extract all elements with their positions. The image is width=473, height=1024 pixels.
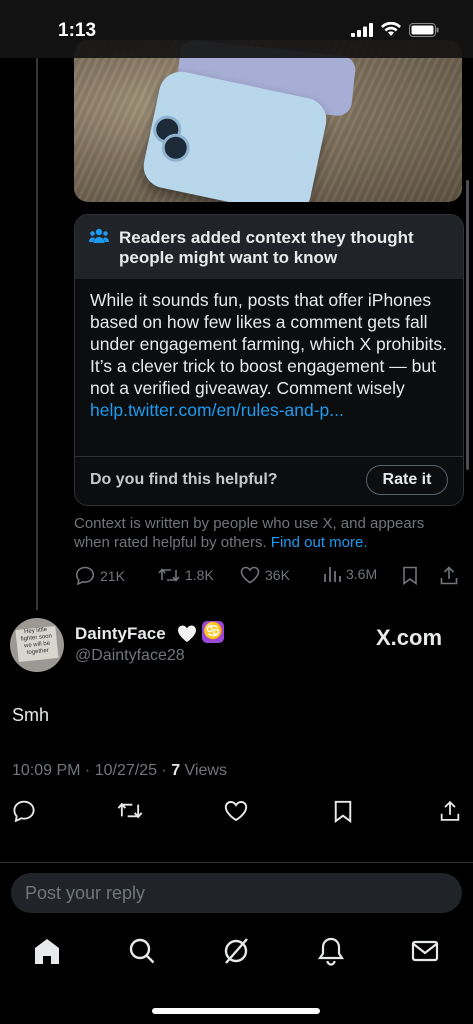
display-name[interactable]: DaintyFace [75,624,166,644]
people-icon [89,228,109,243]
rate-it-button[interactable]: Rate it [366,465,448,495]
note-link[interactable]: help.twitter.com/en/rules-and-p... [90,399,452,421]
notifications-icon[interactable] [317,936,345,966]
view-count: 7 [171,762,181,779]
repost-icon[interactable] [117,800,143,821]
white-heart-icon [178,625,196,642]
find-out-more-link[interactable]: Find out more. [271,534,368,551]
note-text: While it sounds fun, posts that offer iP… [90,290,448,398]
status-icons [351,22,439,37]
battery-icon [409,22,439,37]
repost-action[interactable]: 1.8K [158,566,214,584]
home-icon[interactable] [33,936,61,966]
reply-action[interactable]: 21K [75,566,125,585]
home-indicator[interactable] [152,1008,320,1014]
share-icon[interactable] [440,800,460,822]
views-count: 3.6M [346,566,378,582]
scrollbar[interactable] [466,180,469,470]
status-time: 1:13 [58,20,97,41]
share-action[interactable] [440,566,458,585]
note-body: While it sounds fun, posts that offer iP… [90,289,452,421]
repost-count: 1.8K [185,567,214,583]
like-count: 36K [265,567,290,583]
community-note: Readers added context they thought peopl… [74,214,464,506]
heart-icon [240,566,260,584]
reply-icon [75,566,95,585]
signal-icon [351,22,373,37]
heart-icon[interactable] [224,800,248,822]
reply-count: 21K [100,567,125,584]
bookmark-action[interactable] [402,566,418,585]
views-label: Views [180,762,227,779]
post-text: Smh [12,705,50,725]
divider [75,456,463,457]
helpful-question: Do you find this helpful? [90,471,278,488]
views-action[interactable]: 3.6M [323,566,377,582]
post-meta: 10:09 PM · 10/27/25 · 7 Views [12,762,227,780]
zodiac-emoji: ♋ [202,621,224,643]
share-icon [440,566,458,585]
context-footer-text: Context is written by people who use X, … [74,515,425,551]
search-icon[interactable] [128,936,156,966]
grok-icon[interactable] [222,936,250,966]
avatar[interactable]: Hey little fighter soon we will be toget… [10,618,64,672]
avatar-sign: Hey little fighter soon we will be toget… [15,625,59,663]
status-bar: 1:13 [0,0,473,58]
reply-input[interactable]: Post your reply [11,873,462,913]
bookmark-icon[interactable] [333,800,353,823]
thread-line [36,58,38,610]
note-title: Readers added context they thought peopl… [119,228,414,267]
post-media-image[interactable] [74,40,462,202]
wifi-icon [381,22,401,36]
post-datetime: 10:09 PM · 10/27/25 · [12,762,172,779]
reply-icon[interactable] [12,800,36,822]
divider [0,862,473,863]
repost-icon [158,568,180,582]
messages-icon[interactable] [411,936,439,966]
user-handle[interactable]: @Daintyface28 [75,647,185,665]
note-header: Readers added context they thought peopl… [75,215,463,279]
context-footer: Context is written by people who use X, … [74,514,464,552]
bookmark-icon [403,566,417,585]
views-icon [324,567,341,582]
like-action[interactable]: 36K [240,566,290,584]
x-com-badge: X.com [376,625,443,650]
